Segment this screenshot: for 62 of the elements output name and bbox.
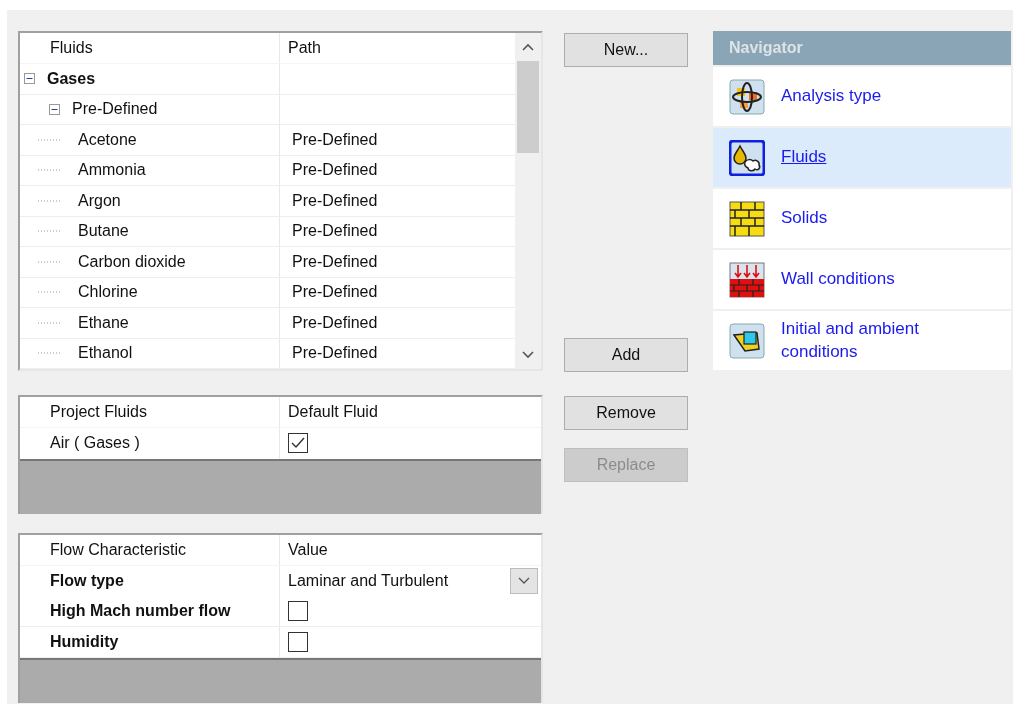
navigator-item[interactable]: Analysis type	[713, 67, 1011, 126]
checkbox[interactable]	[288, 601, 308, 622]
tree-item[interactable]: Chlorine	[78, 283, 138, 302]
checkbox[interactable]	[288, 433, 308, 454]
table-cell: Air ( Gases )	[50, 434, 140, 453]
tree-item[interactable]: Ethanol	[78, 344, 133, 363]
tree-item[interactable]: Acetone	[78, 130, 137, 149]
tree-item[interactable]: Butane	[78, 222, 129, 241]
tree-item[interactable]: Ethane	[78, 313, 129, 332]
tree-connector	[38, 290, 62, 295]
tree-item[interactable]: Argon	[78, 191, 121, 210]
tree-item[interactable]: Gases	[47, 69, 96, 88]
table-cell: Pre-Defined	[292, 252, 378, 271]
table-cell: Pre-Defined	[292, 130, 378, 149]
table-cell: Pre-Defined	[292, 344, 378, 363]
tree-connector	[38, 229, 62, 234]
navigator-item[interactable]: Initial and ambient conditions	[713, 311, 1011, 370]
column-header: Path	[288, 39, 321, 57]
column-header: Fluids	[50, 39, 93, 57]
tree-item[interactable]: Ammonia	[78, 161, 146, 180]
droplet-icon	[729, 139, 765, 176]
scroll-down-icon[interactable]	[522, 351, 534, 359]
tree-connector	[38, 198, 62, 203]
dropdown-button[interactable]	[510, 568, 538, 595]
property-name: Flow type	[50, 572, 124, 591]
scroll-up-icon[interactable]	[522, 43, 534, 51]
column-header: Flow Characteristic	[50, 541, 187, 559]
property-name: Humidity	[50, 632, 119, 651]
table-cell: Pre-Defined	[292, 313, 378, 332]
collapse-icon[interactable]	[49, 103, 60, 115]
tree-connector	[38, 351, 62, 356]
tree-connector	[38, 320, 62, 325]
new-button[interactable]: New...	[564, 33, 688, 67]
navigator-item[interactable]: Wall conditions	[713, 250, 1011, 309]
heated-wall-icon	[729, 261, 765, 298]
tree-connector	[38, 259, 62, 264]
navigator-item[interactable]: Fluids	[713, 128, 1011, 187]
remove-button[interactable]: Remove	[564, 396, 688, 430]
column-header: Value	[288, 541, 328, 559]
navigator-title: Navigator	[713, 31, 1011, 65]
tree-item[interactable]: Pre-Defined	[72, 100, 158, 119]
property-name: High Mach number flow	[50, 602, 231, 621]
tree-connector	[38, 137, 62, 142]
scrollbar[interactable]	[515, 33, 541, 369]
tree-connector	[38, 168, 62, 173]
table-cell: Pre-Defined	[292, 191, 378, 210]
brick-wall-icon	[729, 200, 765, 237]
dropdown-value[interactable]: Laminar and Turbulent	[288, 572, 449, 591]
column-header: Project Fluids	[50, 403, 147, 421]
add-button[interactable]: Add	[564, 338, 688, 372]
box-icon	[729, 322, 765, 359]
column-header: Default Fluid	[288, 403, 378, 421]
orbit-icon	[729, 78, 765, 115]
chevron-down-icon	[518, 577, 530, 586]
table-cell: Pre-Defined	[292, 222, 378, 241]
collapse-icon[interactable]	[24, 73, 35, 85]
table-cell: Pre-Defined	[292, 161, 378, 180]
navigator-item[interactable]: Solids	[713, 189, 1011, 248]
scroll-thumb[interactable]	[517, 61, 539, 153]
table-cell: Pre-Defined	[292, 283, 378, 302]
checkbox[interactable]	[288, 631, 308, 652]
tree-item[interactable]: Carbon dioxide	[78, 252, 186, 271]
